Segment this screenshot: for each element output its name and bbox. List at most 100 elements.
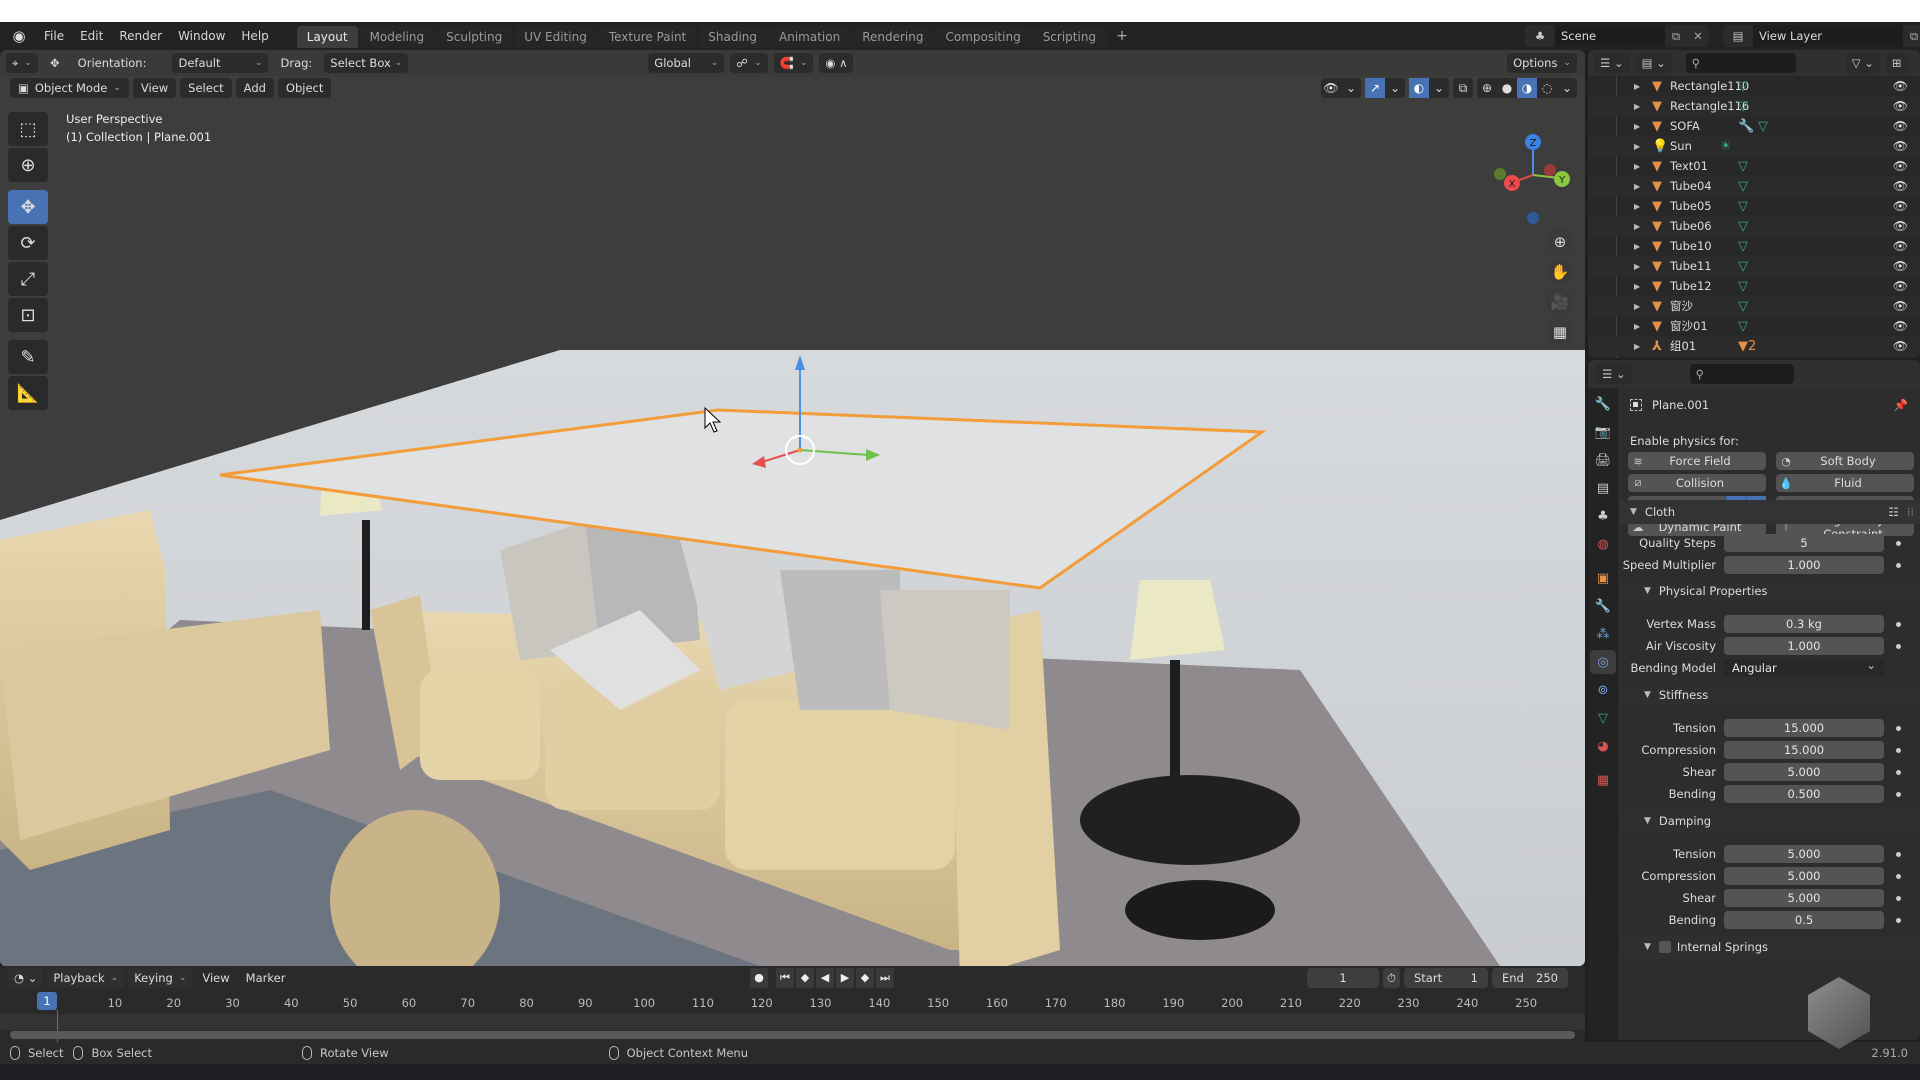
tab-modeling[interactable]: Modeling [359,26,435,48]
play-reverse-icon[interactable]: ◀ [816,968,834,988]
scene-name-field[interactable]: Scene [1555,25,1665,47]
tab-scripting[interactable]: Scripting [1032,26,1107,48]
modifier-tab-icon[interactable]: 🔧 [1590,594,1616,618]
physical-properties-header[interactable]: ▼ Physical Properties [1620,580,1920,602]
stiffness-shear-field[interactable]: 5.000 [1724,763,1884,781]
scene-icon[interactable]: ♣ [1525,29,1555,43]
expand-arrow-icon[interactable]: ▶ [1634,102,1640,111]
menu-edit[interactable]: Edit [72,29,111,43]
visibility-eye-icon[interactable]: 👁 [1893,139,1908,153]
visibility-eye-icon[interactable]: 👁 [1893,259,1908,273]
timeline-scrollbar[interactable] [10,1031,1575,1039]
outliner-row[interactable]: ▶ ▼ Text01 ▽ 👁 [1588,156,1920,176]
soft-body-button[interactable]: ◔ Soft Body [1776,452,1914,470]
visibility-eye-icon[interactable]: 👁 [1893,199,1908,213]
view-layer-tab-icon[interactable]: ▤ [1590,476,1616,500]
keyframe-dot[interactable] [1896,873,1901,879]
tab-compositing[interactable]: Compositing [935,26,1031,48]
outliner-row[interactable]: ▶ ⅄ 组01 ▼2 👁 [1588,336,1920,356]
keyframe-dot[interactable] [1896,895,1901,901]
menu-help[interactable]: Help [233,29,276,43]
xray-toggle[interactable]: ⧉ [1453,78,1473,98]
drag-handle-icon[interactable]: ⁞⁞ [1907,505,1914,519]
marker-menu[interactable]: Marker [240,968,292,988]
particles-tab-icon[interactable]: ⁂ [1590,622,1616,646]
cursor-tool-icon[interactable]: ⊕ [8,148,48,182]
visibility-eye-icon[interactable]: 👁 [1893,119,1908,133]
orientation-dropdown[interactable]: Default ⌄ [172,53,269,73]
keyframe-dot[interactable] [1896,725,1901,731]
expand-arrow-icon[interactable]: ▶ [1634,262,1640,271]
fluid-button[interactable]: 💧 Fluid [1776,474,1914,492]
mesh-data-icon[interactable]: ▽ [1738,239,1748,254]
zoom-icon[interactable]: ⊕ [1546,228,1574,256]
stopwatch-icon[interactable]: ⏱ [1383,968,1400,988]
tab-rendering[interactable]: Rendering [852,26,934,48]
outliner-row[interactable]: ▶ 💡 Sun ☀ 👁 [1588,136,1920,156]
new-collection-icon[interactable]: ⊞ [1885,53,1908,73]
expand-arrow-icon[interactable]: ▶ [1634,282,1640,291]
visibility-eye-icon[interactable]: 👁 [1893,159,1908,173]
view-layer-icon[interactable]: ▤ [1723,29,1753,43]
next-keyframe-icon[interactable]: ◆ [856,968,874,988]
mesh-data-icon[interactable]: ▽ [1738,159,1748,174]
mesh-data-icon[interactable]: ▽ [1738,319,1748,334]
expand-arrow-icon[interactable]: ▶ [1634,302,1640,311]
expand-arrow-icon[interactable]: ▶ [1634,222,1640,231]
gizmo-neg-x[interactable] [1544,164,1556,176]
outliner-row[interactable]: ▶ ▼ 窗沙 ▽ 👁 [1588,296,1920,316]
playback-menu[interactable]: Playback ⌄ [47,968,125,988]
world-tab-icon[interactable]: ◍ [1590,532,1616,556]
properties-search-input[interactable]: ⚲ [1689,364,1794,384]
timeline-view-menu[interactable]: View [196,968,235,988]
keyframe-dot[interactable] [1896,621,1901,627]
tab-animation[interactable]: Animation [769,26,851,48]
outliner-row[interactable]: ▶ ▼ Rectangle110 ▽ 👁 [1588,76,1920,96]
output-tab-icon[interactable]: 🖨 [1590,448,1616,472]
menu-file[interactable]: File [36,29,72,43]
pan-hand-icon[interactable]: ✋ [1546,258,1574,286]
add-workspace-button[interactable]: + [1108,24,1136,48]
expand-arrow-icon[interactable]: ▶ [1634,342,1640,351]
visibility-eye-icon[interactable]: 👁 [1893,319,1908,333]
playhead[interactable]: 1 [37,992,57,1010]
outliner-row[interactable]: ▶ ▼ Tube05 ▽ 👁 [1588,196,1920,216]
visibility-eye-icon[interactable]: 👁 [1893,79,1908,93]
expand-arrow-icon[interactable]: ▶ [1634,182,1640,191]
modifier-icon[interactable]: 🔧 [1738,119,1754,134]
visibility-eye-icon[interactable]: 👁 [1893,279,1908,293]
mode-dropdown[interactable]: ▣ Object Mode ⌄ [10,78,129,98]
blender-logo-icon[interactable]: ◉ [8,25,30,47]
outliner-row[interactable]: ▶ ▼ Tube11 ▽ 👁 [1588,256,1920,276]
physics-tab-icon[interactable]: ◎ [1590,650,1616,674]
ortho-grid-icon[interactable]: ▦ [1546,318,1574,346]
damping-header[interactable]: ▼ Damping [1620,810,1920,832]
data-tab-icon[interactable]: ▽ [1590,706,1616,730]
tab-shading[interactable]: Shading [698,26,767,48]
outliner-row[interactable]: ▶ ▼ Tube06 ▽ 👁 [1588,216,1920,236]
render-tab-icon[interactable]: 📷 [1590,420,1616,444]
3d-viewport[interactable]: ⌖ ⌄ ✥ Orientation: Default ⌄ Drag: Select … [0,50,1585,966]
auto-keying-icon[interactable]: ● [750,968,768,988]
outliner-row[interactable]: ▶ ▼ Rectangle116 ▽ 👁 [1588,96,1920,116]
annotate-tool-icon[interactable]: ✎ [8,340,48,374]
keyframe-dot[interactable] [1896,851,1901,857]
rendered-shading-icon[interactable]: ◌ [1537,78,1557,98]
keyframe-dot[interactable] [1896,540,1901,546]
proportional-edit-icon[interactable]: ◉ ∧ [819,53,854,73]
object-tab-icon[interactable]: ▣ [1590,566,1616,590]
scene-tab-icon[interactable]: ♣ [1590,504,1616,528]
outliner-row[interactable]: ▶ ▼ Tube10 ▽ 👁 [1588,236,1920,256]
expand-arrow-icon[interactable]: ▶ [1634,82,1640,91]
camera-view-icon[interactable]: 🎥 [1546,288,1574,316]
damping-compression-field[interactable]: 5.000 [1724,867,1884,885]
jump-start-icon[interactable]: ⏮ [776,968,794,988]
presets-icon[interactable]: ☷ [1888,505,1898,519]
keyframe-dot[interactable] [1896,791,1901,797]
air-viscosity-field[interactable]: 1.000 [1724,637,1884,655]
drag-dropdown[interactable]: Select Box ⌄ [324,53,409,73]
visibility-eye-icon[interactable]: 👁 [1893,99,1908,113]
mesh-data-icon[interactable]: ▽ [1738,99,1748,114]
tool-select-icon[interactable]: ⌖ ⌄ [6,53,39,73]
transform-tool-icon[interactable]: ⊡ [8,298,48,332]
